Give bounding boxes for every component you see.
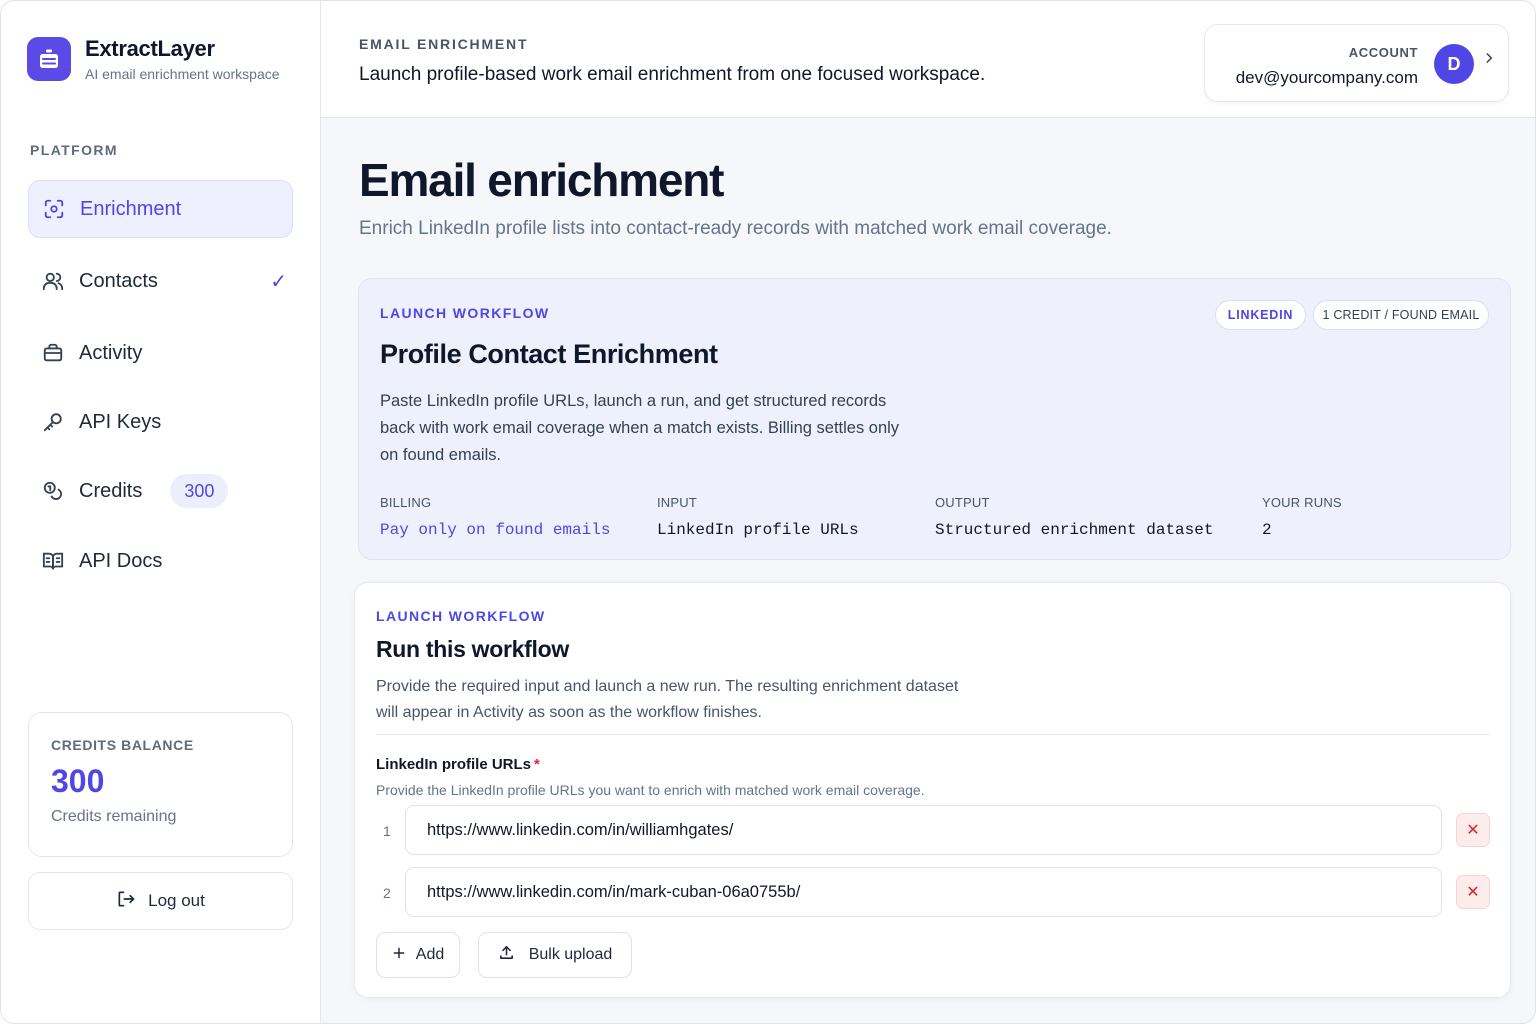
book-icon	[41, 549, 65, 573]
remove-row-button[interactable]: ✕	[1456, 813, 1490, 847]
row-number: 2	[383, 885, 391, 901]
sidebar: ExtractLayer AI email enrichment workspa…	[1, 1, 321, 1023]
credits-balance-value: 300	[51, 763, 105, 799]
brand[interactable]: ExtractLayer AI email enrichment workspa…	[27, 35, 280, 82]
sidebar-item-label: API Keys	[79, 410, 162, 433]
page-title: Email enrichment	[359, 154, 724, 206]
add-label: Add	[415, 946, 445, 963]
sidebar-item-enrichment[interactable]: Enrichment	[28, 180, 293, 238]
workflow-description: Paste LinkedIn profile URLs, launch a ru…	[380, 392, 900, 464]
meta-value: Pay only on found emails	[380, 521, 611, 539]
checkmark-icon: ✓	[270, 271, 287, 293]
users-icon	[41, 269, 65, 293]
meta-value: Structured enrichment dataset	[935, 521, 1214, 539]
brand-logo-icon	[27, 37, 71, 81]
credits-balance-sub: Credits remaining	[51, 808, 177, 825]
sidebar-item-api-keys[interactable]: API Keys	[28, 393, 293, 451]
linkedin-url-input[interactable]	[405, 805, 1442, 855]
topbar-kicker: EMAIL ENRICHMENT	[359, 36, 529, 52]
sidebar-item-api-docs[interactable]: API Docs	[28, 532, 293, 590]
main-content: EMAIL ENRICHMENT Launch profile-based wo…	[321, 1, 1535, 1023]
add-url-button[interactable]: Add	[376, 932, 460, 978]
page-subtitle: Enrich LinkedIn profile lists into conta…	[359, 218, 1112, 239]
logout-icon	[116, 889, 136, 914]
linkedin-url-input[interactable]	[405, 867, 1442, 917]
remove-row-button[interactable]: ✕	[1456, 875, 1490, 909]
credits-badge: 300	[170, 474, 229, 508]
row-number: 1	[383, 823, 391, 839]
run-description: Provide the required input and launch a …	[376, 678, 959, 721]
meta-value: 2	[1262, 521, 1272, 539]
scan-icon	[42, 197, 66, 221]
meta-label: OUTPUT	[935, 495, 990, 510]
account-menu[interactable]: ACCOUNT dev@yourcompany.com D	[1204, 24, 1509, 102]
briefcase-icon	[41, 341, 65, 365]
account-email: dev@yourcompany.com	[1235, 68, 1418, 87]
meta-value: LinkedIn profile URLs	[657, 521, 859, 539]
bulk-upload-label: Bulk upload	[528, 946, 613, 963]
workflow-title: Profile Contact Enrichment	[380, 339, 718, 369]
meta-your-runs: YOUR RUNS 2	[1262, 495, 1342, 539]
bulk-upload-button[interactable]: Bulk upload	[478, 932, 632, 978]
close-icon: ✕	[1466, 822, 1480, 839]
credit-pill: 1 CREDIT / FOUND EMAIL	[1313, 300, 1489, 330]
app-window: ExtractLayer AI email enrichment workspa…	[0, 0, 1536, 1024]
sidebar-item-label: API Docs	[79, 549, 163, 572]
chevron-right-icon	[1482, 51, 1496, 70]
field-label: LinkedIn profile URLs *	[376, 756, 540, 773]
sidebar-item-label: Activity	[79, 341, 143, 364]
plus-icon	[392, 946, 406, 965]
sidebar-item-contacts[interactable]: Contacts ✓	[28, 252, 293, 310]
meta-label: INPUT	[657, 495, 697, 510]
credits-balance-label: CREDITS BALANCE	[51, 737, 194, 753]
workflow-card: LAUNCH WORKFLOW LINKEDIN 1 CREDIT / FOUN…	[358, 278, 1511, 560]
field-label-text: LinkedIn profile URLs	[376, 756, 532, 773]
topbar-title: Launch profile-based work email enrichme…	[359, 64, 986, 85]
field-help: Provide the LinkedIn profile URLs you wa…	[376, 782, 925, 798]
upload-icon	[498, 944, 515, 966]
brand-name: ExtractLayer	[85, 36, 215, 61]
sidebar-item-label: Contacts	[79, 269, 158, 292]
brand-subtitle: AI email enrichment workspace	[85, 66, 280, 82]
run-title: Run this workflow	[376, 636, 569, 662]
credits-balance-card: CREDITS BALANCE 300 Credits remaining	[28, 712, 293, 857]
linkedin-pill: LINKEDIN	[1215, 300, 1306, 330]
avatar: D	[1434, 44, 1474, 84]
run-kicker: LAUNCH WORKFLOW	[376, 608, 546, 624]
sidebar-item-activity[interactable]: Activity	[28, 324, 293, 382]
meta-label: YOUR RUNS	[1262, 495, 1342, 510]
platform-section-label: PLATFORM	[30, 142, 118, 158]
logout-button[interactable]: Log out	[28, 872, 293, 930]
coins-icon	[41, 479, 65, 503]
sidebar-item-label: Credits	[79, 479, 143, 502]
meta-input: INPUT LinkedIn profile URLs	[657, 495, 859, 539]
required-mark: *	[534, 756, 540, 773]
close-icon: ✕	[1466, 884, 1480, 901]
meta-label: BILLING	[380, 495, 432, 510]
key-icon	[41, 410, 65, 434]
meta-output: OUTPUT Structured enrichment dataset	[935, 495, 1213, 539]
logout-label: Log out	[148, 891, 205, 910]
meta-billing: BILLING Pay only on found emails	[380, 495, 610, 539]
topbar: EMAIL ENRICHMENT Launch profile-based wo…	[321, 1, 1535, 118]
run-workflow-card: LAUNCH WORKFLOW Run this workflow Provid…	[354, 582, 1511, 998]
workflow-kicker: LAUNCH WORKFLOW	[380, 305, 550, 321]
sidebar-item-credits[interactable]: Credits 300	[28, 462, 293, 520]
divider	[376, 734, 1489, 735]
sidebar-item-label: Enrichment	[80, 197, 182, 220]
account-label: ACCOUNT	[1348, 45, 1418, 60]
